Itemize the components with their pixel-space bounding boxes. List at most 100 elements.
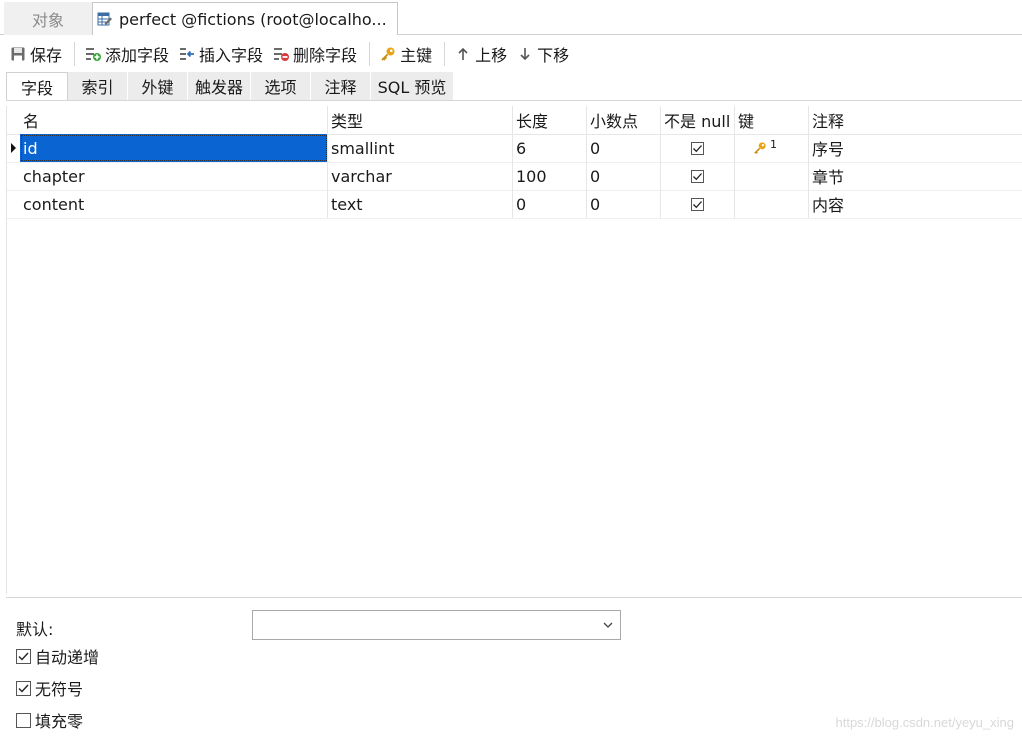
key-cell[interactable]: 1	[735, 134, 809, 162]
header-type[interactable]: 类型	[328, 106, 513, 134]
table-row[interactable]: content text 0 0 内容	[7, 190, 1022, 219]
not-null-cell[interactable]	[661, 162, 735, 190]
field-type-cell[interactable]: smallint	[328, 134, 513, 162]
tab-table-design-label: perfect @fictions (root@localho...	[119, 9, 387, 29]
not-null-cell[interactable]	[661, 190, 735, 218]
default-label: 默认:	[16, 620, 54, 639]
tab-options-label: 选项	[264, 78, 297, 97]
add-field-icon	[86, 48, 102, 61]
tab-objects[interactable]: 对象	[4, 2, 92, 35]
save-icon	[11, 47, 25, 61]
table-design-icon	[97, 12, 112, 26]
save-label: 保存	[30, 46, 63, 65]
tab-table-design[interactable]: perfect @fictions (root@localho...	[92, 2, 398, 35]
design-tab-bar: 字段 索引 外键 触发器 选项 注释 SQL 预览	[6, 72, 1022, 101]
tab-indexes[interactable]: 索引	[68, 72, 128, 100]
field-length-cell[interactable]: 0	[513, 190, 587, 218]
auto-increment-box[interactable]	[16, 648, 31, 664]
auto-increment-label: 自动递增	[35, 648, 100, 667]
tab-sql-preview[interactable]: SQL 预览	[371, 72, 454, 100]
grid-header: 名 类型 长度 小数点 不是 null 键 注释	[7, 106, 1022, 135]
add-field-label: 添加字段	[105, 46, 170, 65]
not-null-cell[interactable]	[661, 134, 735, 162]
tab-objects-label: 对象	[31, 10, 64, 30]
save-button[interactable]: 保存	[6, 40, 66, 68]
add-field-button[interactable]: 添加字段	[81, 40, 173, 68]
delete-field-label: 删除字段	[293, 46, 358, 65]
insert-field-label: 插入字段	[199, 46, 264, 65]
zerofill-label: 填充零	[35, 712, 84, 731]
checkmark-icon	[693, 144, 702, 152]
watermark: https://blog.csdn.net/yeyu_xing	[835, 715, 1014, 730]
row-indicator	[7, 190, 20, 218]
row-indicator	[7, 134, 20, 162]
fields-grid: 名 类型 长度 小数点 不是 null 键 注释 id smallint 6 0	[6, 106, 1022, 594]
header-decimals[interactable]: 小数点	[587, 106, 661, 134]
arrow-up-icon	[458, 47, 468, 60]
header-name[interactable]: 名	[20, 106, 328, 134]
delete-field-button[interactable]: 删除字段	[269, 40, 361, 68]
zerofill-checkbox[interactable]: 填充零	[16, 708, 83, 732]
header-key[interactable]: 键	[735, 106, 809, 134]
header-not-null[interactable]: 不是 null	[661, 106, 735, 134]
arrow-down-icon	[520, 48, 530, 61]
unsigned-label: 无符号	[35, 680, 84, 699]
insert-field-icon	[180, 48, 195, 60]
not-null-checkbox[interactable]	[691, 197, 704, 211]
unsigned-box[interactable]	[16, 680, 31, 696]
checkmark-icon	[18, 652, 29, 661]
document-tab-bar: 对象 perfect @fictions (root@localho...	[0, 0, 1022, 35]
field-comment-cell[interactable]: 序号	[809, 134, 1022, 162]
field-type-cell[interactable]: text	[328, 190, 513, 218]
not-null-checkbox[interactable]	[691, 141, 704, 155]
field-properties-panel: 默认: 自动递增 无符号 填充零 https://blog.csdn.net/y…	[6, 597, 1022, 738]
field-name-cell[interactable]: content	[20, 190, 328, 218]
table-row[interactable]: chapter varchar 100 0 章节	[7, 162, 1022, 191]
move-down-label: 下移	[537, 46, 570, 65]
zerofill-box[interactable]	[16, 712, 31, 728]
field-decimals-cell[interactable]: 0	[587, 134, 661, 162]
field-length-cell[interactable]: 100	[513, 162, 587, 190]
tab-fields[interactable]: 字段	[6, 72, 68, 100]
checkmark-icon	[18, 684, 29, 693]
key-cell[interactable]	[735, 190, 809, 218]
field-name-cell[interactable]: id	[20, 134, 328, 162]
tab-triggers[interactable]: 触发器	[188, 72, 251, 100]
row-indicator	[7, 162, 20, 190]
field-length-cell[interactable]: 6	[513, 134, 587, 162]
unsigned-checkbox[interactable]: 无符号	[16, 676, 83, 700]
primary-key-icon	[754, 142, 766, 154]
not-null-checkbox[interactable]	[691, 169, 704, 183]
move-up-button[interactable]: 上移	[451, 40, 511, 68]
field-decimals-cell[interactable]: 0	[587, 162, 661, 190]
tab-comment[interactable]: 注释	[311, 72, 371, 100]
primary-key-label: 主键	[400, 46, 433, 65]
key-cell[interactable]	[735, 162, 809, 190]
insert-field-button[interactable]: 插入字段	[175, 40, 267, 68]
design-toolbar: 保存 添加字段 插入字段 删除字段 主键 上移 下移	[0, 36, 1022, 72]
tab-fields-label: 字段	[20, 78, 53, 98]
key-order: 1	[770, 137, 777, 151]
tab-comment-label: 注释	[324, 78, 357, 97]
current-row-arrow-icon	[11, 143, 16, 153]
move-down-button[interactable]: 下移	[513, 40, 573, 68]
primary-key-button[interactable]: 主键	[376, 40, 436, 68]
table-row[interactable]: id smallint 6 0 1 序号	[7, 134, 1022, 163]
field-decimals-cell[interactable]: 0	[587, 190, 661, 218]
header-comment[interactable]: 注释	[809, 106, 1022, 134]
move-up-label: 上移	[475, 46, 508, 65]
auto-increment-checkbox[interactable]: 自动递增	[16, 644, 99, 668]
tab-indexes-label: 索引	[81, 78, 114, 97]
tab-options[interactable]: 选项	[251, 72, 311, 100]
toolbar-divider	[444, 42, 446, 66]
tab-foreign-keys[interactable]: 外键	[128, 72, 188, 100]
toolbar-divider	[369, 42, 371, 66]
field-name-cell[interactable]: chapter	[20, 162, 328, 190]
default-value-select[interactable]	[252, 610, 621, 640]
field-type-cell[interactable]: varchar	[328, 162, 513, 190]
field-comment-cell[interactable]: 章节	[809, 162, 1022, 190]
delete-field-icon	[274, 48, 290, 61]
field-comment-cell[interactable]: 内容	[809, 190, 1022, 218]
checkmark-icon	[693, 200, 702, 208]
header-length[interactable]: 长度	[513, 106, 587, 134]
